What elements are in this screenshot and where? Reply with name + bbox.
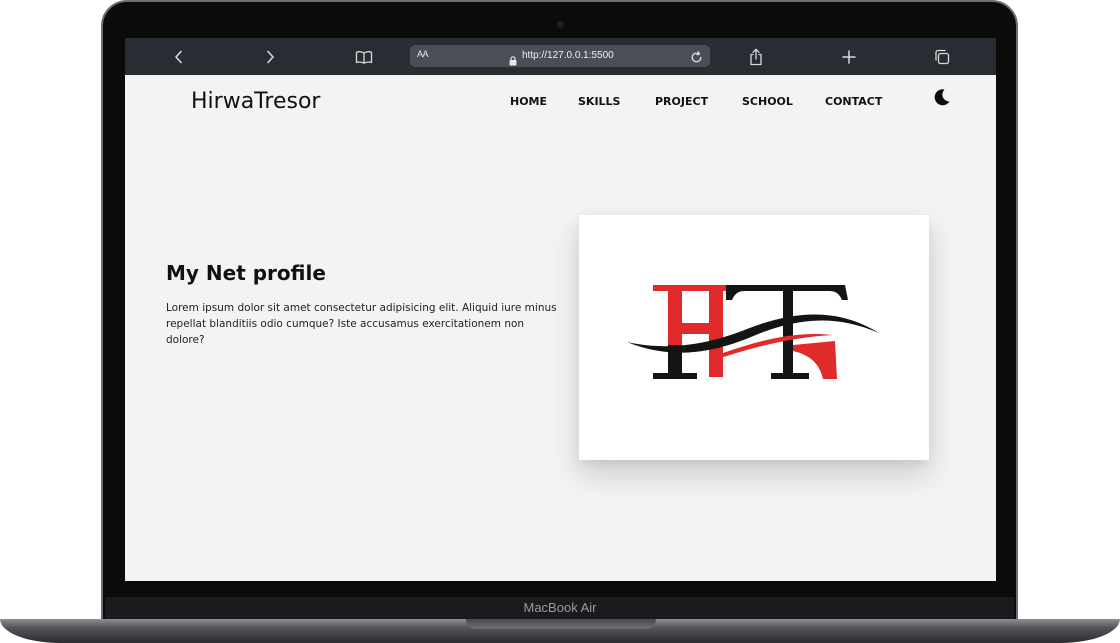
nav-project[interactable]: PROJECT [655,95,708,108]
nav-school[interactable]: SCHOOL [742,95,793,108]
lock-icon [509,51,517,70]
model-label: MacBook Air [523,600,597,615]
reload-icon[interactable] [690,49,703,68]
tabs-icon[interactable] [931,46,953,68]
hero-title: My Net profile [166,261,326,285]
hero-image [579,215,929,460]
url-text: http://127.0.0.1:5500 [522,50,614,61]
plus-icon[interactable] [838,46,860,68]
moon-icon[interactable] [933,88,951,106]
book-icon[interactable] [353,46,375,68]
camera [557,21,564,28]
screen: AA http://127.0.0.1:5500 HirwaTresor HOM… [125,38,996,581]
url-bar[interactable]: AA http://127.0.0.1:5500 [410,45,710,67]
browser-toolbar: AA http://127.0.0.1:5500 [125,38,996,75]
nav-contact[interactable]: CONTACT [825,95,882,108]
nav-skills[interactable]: SKILLS [578,95,620,108]
chevron-right-icon[interactable] [259,46,281,68]
hero-text: Lorem ipsum dolor sit amet consectetur a… [166,302,557,346]
site-logo[interactable]: HirwaTresor [191,89,320,114]
share-icon[interactable] [745,46,767,68]
nav-home[interactable]: HOME [510,95,547,108]
reader-button[interactable]: AA [417,49,429,59]
ht-logo [627,285,879,379]
chevron-left-icon[interactable] [168,46,190,68]
laptop-notch [466,619,656,629]
